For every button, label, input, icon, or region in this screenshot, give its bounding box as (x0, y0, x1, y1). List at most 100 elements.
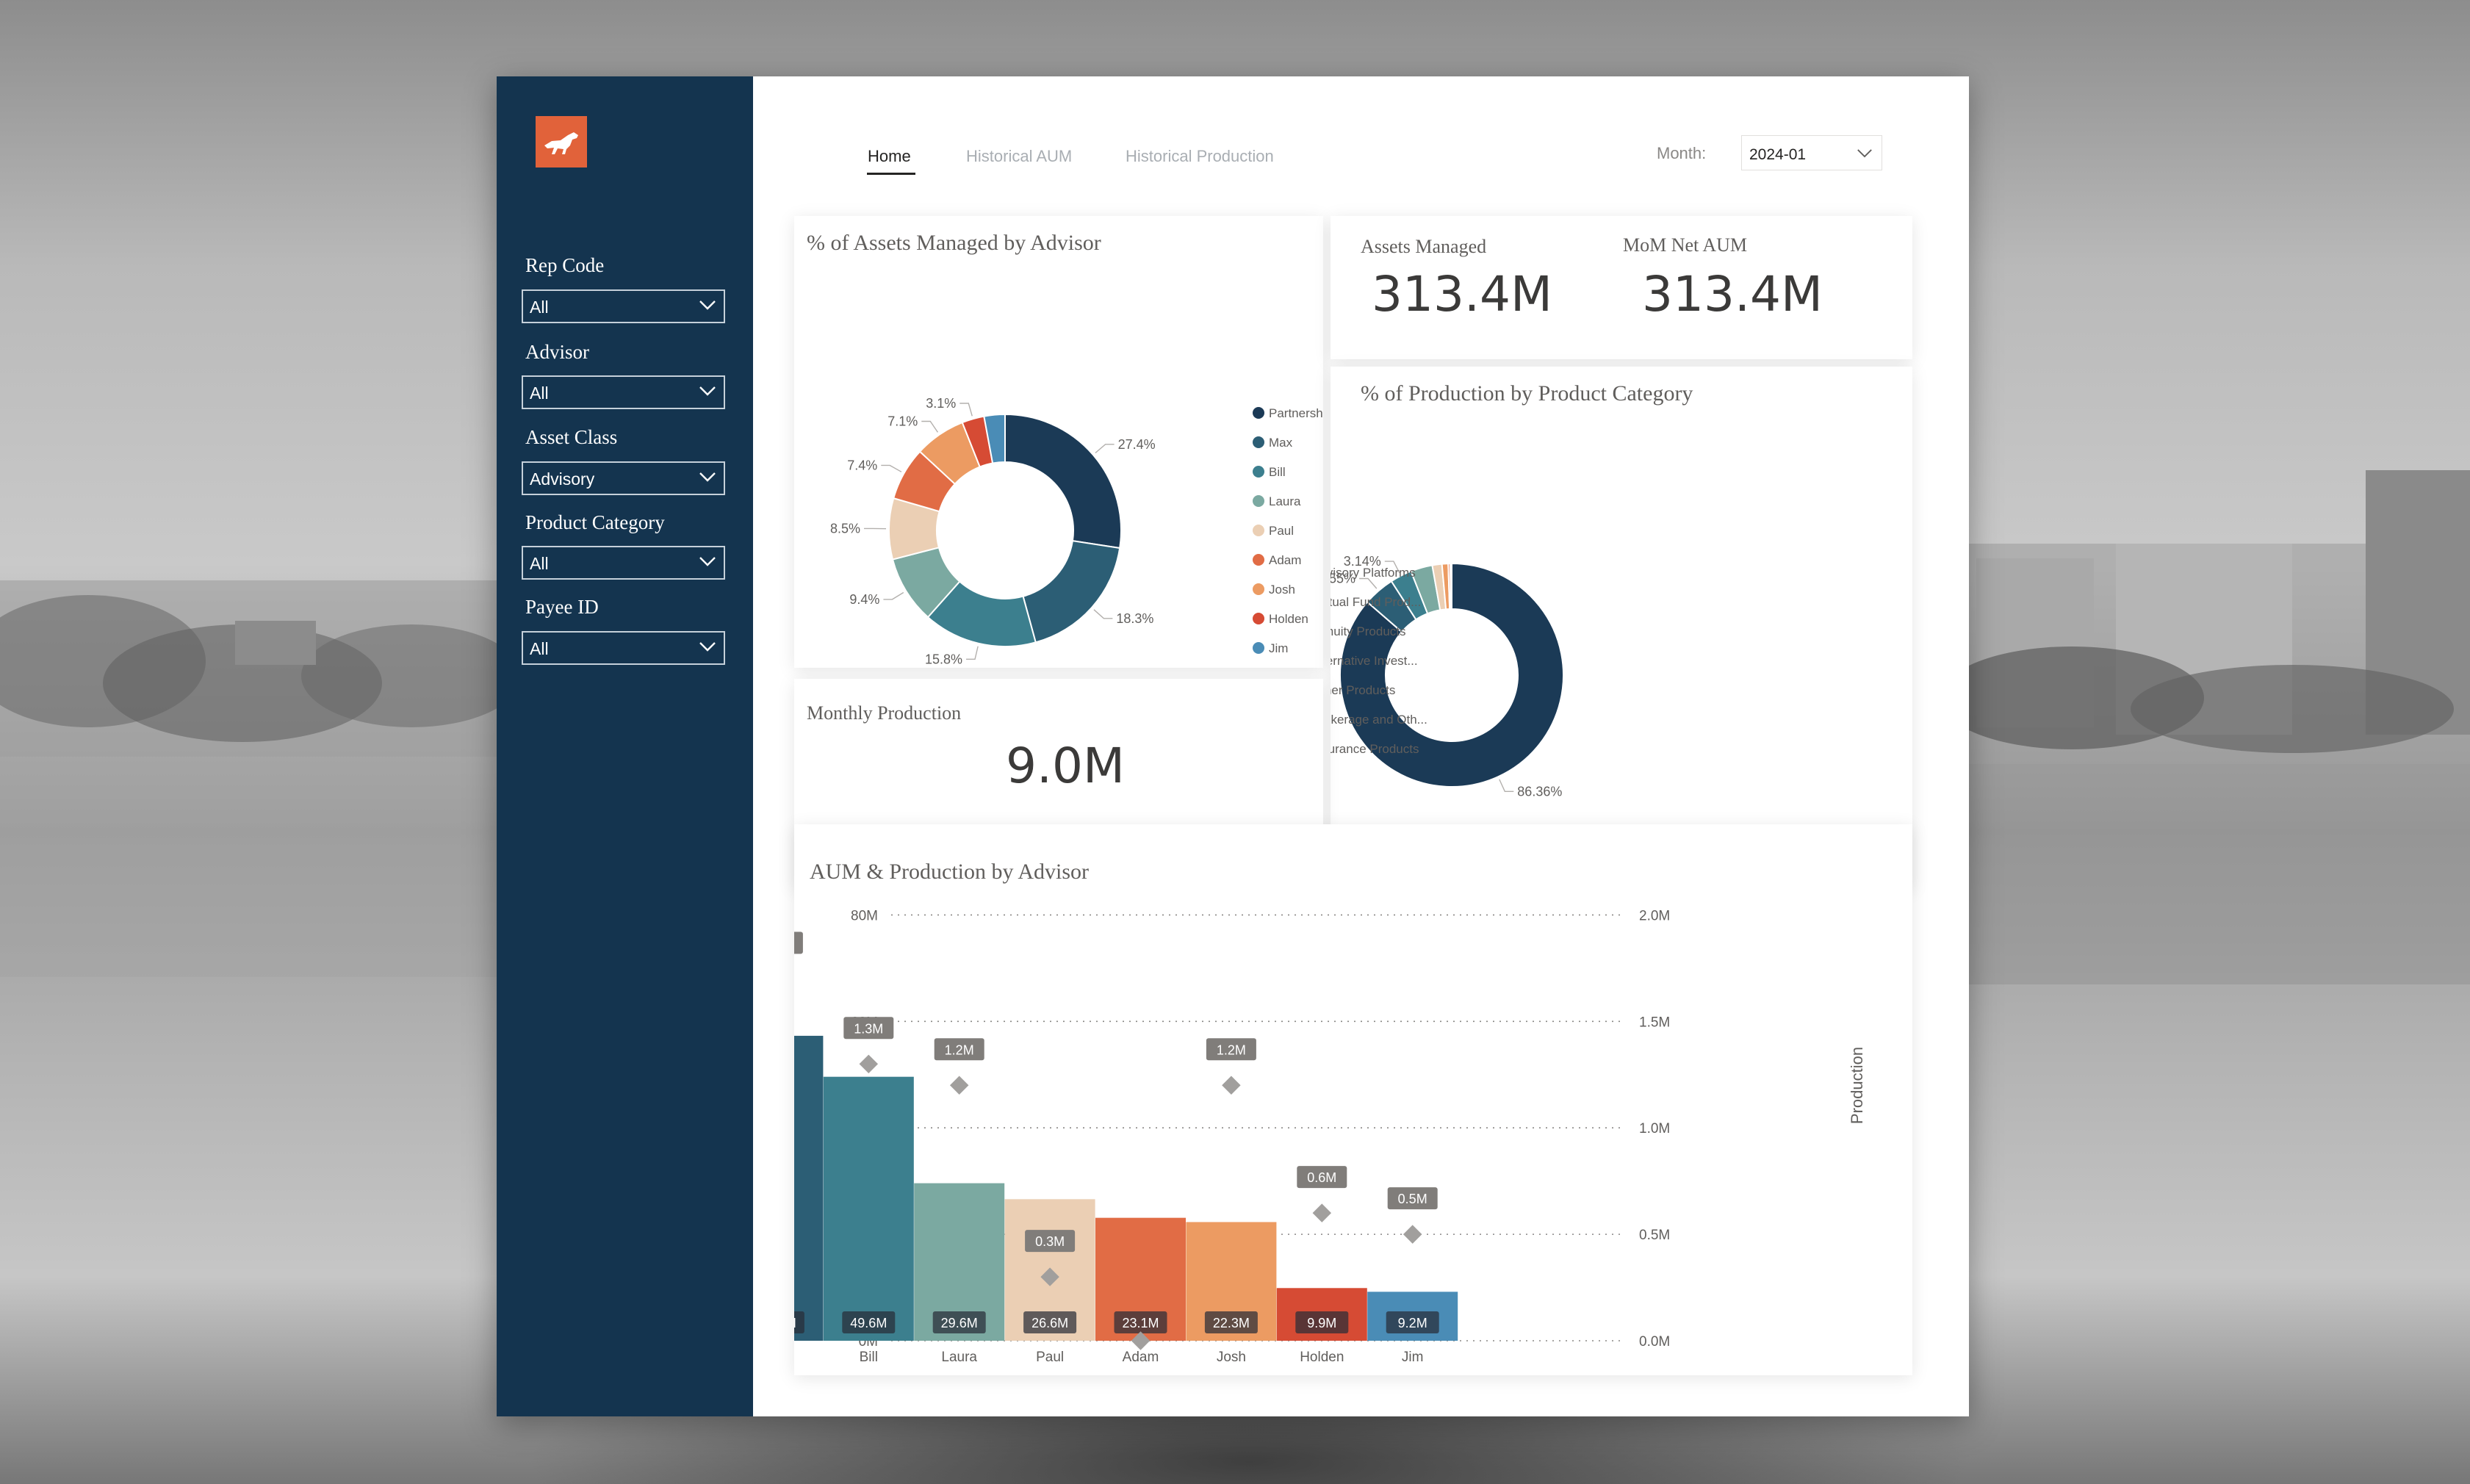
x-tick-label: Bill (860, 1350, 878, 1365)
legend-dot (1253, 613, 1264, 624)
month-label: Month: (1657, 144, 1707, 162)
production-by-category-donut: 86.36%4.55%3.14%Advisory PlatformsMutual… (1331, 554, 1564, 799)
asset-class-value: Advisory (530, 469, 595, 489)
production-marker-holden (1312, 1203, 1332, 1222)
x-tick-label: Holden (1300, 1350, 1344, 1365)
legend-label: Mutual Fund Prod... (1331, 595, 1421, 609)
data-label: 9.4% (849, 592, 879, 607)
production-label-box (794, 932, 803, 954)
legend-label: Jim (1269, 641, 1288, 655)
legend-dot (1253, 495, 1264, 507)
legend-label: Max (1269, 436, 1293, 450)
chevron-down-icon (1857, 149, 1872, 158)
month-dropdown[interactable]: 2024-01 (1741, 135, 1882, 170)
production-marker-bill (859, 1054, 879, 1074)
aum-data-label: 29.6M (941, 1316, 978, 1330)
leader-line (921, 420, 939, 433)
aum-data-label: 49.6M (850, 1316, 887, 1330)
leader-line (1093, 609, 1113, 619)
donut-slice-blank (1450, 562, 1452, 610)
product-category-dropdown[interactable]: All (522, 546, 725, 580)
legend-label: Annuity Products (1331, 624, 1406, 638)
legend-label: Josh (1269, 583, 1295, 597)
data-label: 3.1% (926, 396, 956, 411)
advisor-value: All (530, 383, 549, 403)
production-data-label: 0.3M (1035, 1234, 1065, 1249)
aum-data-label: 26.6M (1031, 1316, 1068, 1330)
legend-dot (1253, 436, 1264, 448)
legend-label: Advisory Platforms (1331, 566, 1416, 580)
dashboard-window: Rep Code All Advisor All Asset Class Adv… (497, 76, 1969, 1416)
legend-label: Other Products (1331, 683, 1395, 697)
leader-line (966, 646, 979, 660)
aum-data-label: 57.3M (794, 1316, 796, 1330)
chevron-down-icon (699, 642, 716, 652)
legend-label: Bill (1269, 465, 1286, 479)
leader-line (1499, 779, 1514, 792)
y2-axis-label: Production (1848, 1047, 1866, 1124)
bar-bill (823, 1076, 914, 1341)
payee-id-label: Payee ID (525, 596, 599, 618)
leader-line (959, 403, 973, 417)
legend-label: Holden (1269, 612, 1308, 626)
legend-dot (1253, 525, 1264, 536)
leader-line (1359, 577, 1378, 589)
data-label: 27.4% (1118, 437, 1156, 452)
production-data-label: 0.5M (1398, 1192, 1427, 1206)
asset-class-dropdown[interactable]: Advisory (522, 461, 725, 495)
x-tick-label: Paul (1036, 1350, 1064, 1365)
leader-line (881, 464, 902, 472)
donut-slice-partnership (1004, 413, 1122, 550)
advisor-label: Advisor (525, 341, 589, 363)
chevron-down-icon (699, 386, 716, 396)
x-tick-label: Adam (1123, 1350, 1159, 1365)
data-label: 7.1% (887, 414, 918, 429)
chevron-down-icon (699, 472, 716, 482)
legend-label: Insurance Products (1331, 742, 1419, 756)
monthly-production-label: Monthly Production (807, 702, 962, 724)
data-label: 8.5% (830, 521, 860, 536)
monthly-production-value: 9.0M (1006, 738, 1125, 794)
legend-dot (1253, 554, 1264, 566)
aum-data-label: 22.3M (1213, 1316, 1250, 1330)
legend-dot (1253, 583, 1264, 595)
chevron-down-icon (699, 300, 716, 310)
y2-tick-label: 1.0M (1639, 1121, 1670, 1137)
sidebar: Rep Code All Advisor All Asset Class Adv… (497, 76, 753, 1416)
production-data-label: 1.2M (1217, 1042, 1246, 1057)
tab-historical-aum[interactable]: Historical AUM (966, 147, 1072, 166)
bar-max (794, 1035, 824, 1341)
legend-label: Alternative Invest... (1331, 654, 1418, 668)
x-tick-label: Jim (1402, 1350, 1424, 1365)
rep-code-label: Rep Code (525, 254, 605, 276)
assets-by-advisor-donut: 27.4% 18.3% 15.8% 9.4% 8.5% 7.4% 7.1% 3.1% Partn… (830, 396, 1323, 666)
payee-id-value: All (530, 639, 549, 658)
y-tick-label: 80M (851, 908, 878, 923)
y2-tick-label: 0.5M (1639, 1228, 1670, 1243)
x-tick-label: Josh (1217, 1350, 1246, 1365)
assets-kpi-card: Assets Managed 313.4M MoM Net AUM 313.4M (1331, 216, 1912, 359)
production-marker-jim (1403, 1225, 1422, 1244)
payee-id-dropdown[interactable]: All (522, 631, 725, 665)
tab-home[interactable]: Home (868, 147, 911, 166)
production-by-category-card: % of Production by Product Category 86.3… (1331, 367, 1912, 888)
leader-line (1095, 444, 1115, 454)
aum-data-label: 23.1M (1122, 1316, 1159, 1330)
data-label: 18.3% (1116, 611, 1153, 626)
legend-dot (1253, 407, 1264, 419)
asset-class-label: Asset Class (525, 426, 618, 448)
data-label: 86.36% (1517, 784, 1562, 799)
assets-managed-label: Assets Managed (1361, 236, 1487, 257)
rep-code-value: All (530, 298, 549, 317)
advisor-dropdown[interactable]: All (522, 375, 725, 409)
rep-code-dropdown[interactable]: All (522, 289, 725, 323)
legend-label: Laura (1269, 494, 1301, 508)
aum-data-label: 9.2M (1398, 1316, 1427, 1330)
production-data-label: 1.3M (854, 1021, 883, 1036)
legend-label: Brokerage and Oth... (1331, 713, 1427, 727)
legend-label: Partnership (1269, 406, 1323, 420)
assets-managed-value: 313.4M (1372, 266, 1552, 323)
aum-data-label: 9.9M (1307, 1316, 1336, 1330)
data-label: 7.4% (847, 458, 877, 472)
tab-historical-production[interactable]: Historical Production (1126, 147, 1274, 166)
